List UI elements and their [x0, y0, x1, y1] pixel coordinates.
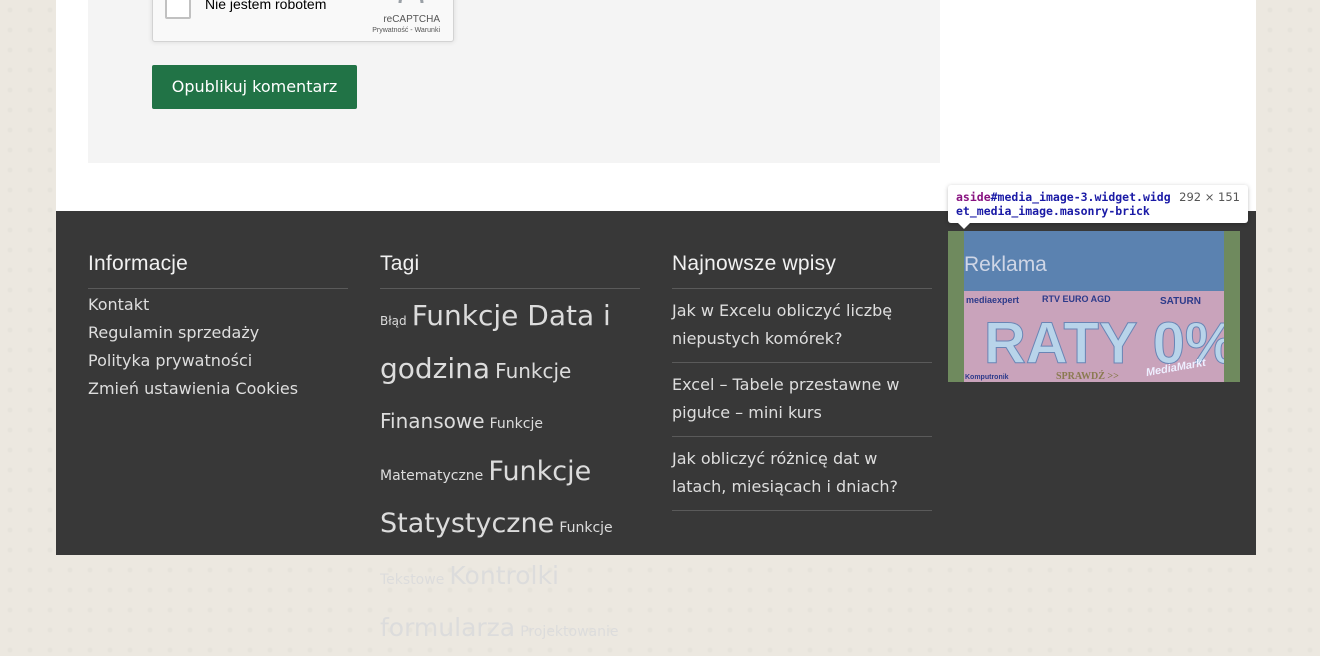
recaptcha-label: Nie jestem robotem [205, 0, 327, 12]
tag-cloud: Błąd Funkcje Data i godzina Funkcje Fina… [380, 292, 640, 656]
ad-widget: Reklama mediaexpert RTV EURO AGD SATURN … [964, 231, 1224, 382]
tooltip-arrow [958, 223, 970, 229]
footer-info-column: Informacje Kontakt Regulamin sprzedaży P… [88, 252, 348, 403]
recaptcha-widget: Nie jestem robotem reCAPTCHA Prywatność … [152, 0, 454, 42]
banner-brand-komputronik: Komputronik [965, 374, 1009, 381]
recaptcha-terms-link[interactable]: Prywatność - Warunki [372, 27, 440, 34]
recaptcha-logo-icon [398, 0, 424, 3]
ad-title: Reklama [964, 253, 1047, 276]
recaptcha-checkbox[interactable] [165, 0, 191, 19]
footer-link-privacy[interactable]: Polityka prywatności [88, 347, 348, 375]
banner-cta: SPRAWDŹ >> [1056, 370, 1119, 382]
publish-comment-button[interactable]: Opublikuj komentarz [152, 65, 357, 109]
banner-brand-rtv-euro-agd: RTV EURO AGD [1042, 294, 1111, 304]
footer-tags-column: Tagi Błąd Funkcje Data i godzina Funkcje… [380, 252, 640, 656]
tooltip-selector: aside#media_image-3.widget.widget_media_… [956, 190, 1176, 218]
recent-posts-list: Jak w Excelu obliczyć liczbę niepustych … [672, 289, 932, 511]
footer-link-contact[interactable]: Kontakt [88, 291, 348, 319]
footer-recent-title: Najnowsze wpisy [672, 252, 932, 289]
banner-brand-mediaexpert: mediaexpert [966, 295, 1019, 305]
banner-brand-saturn: SATURN [1160, 296, 1201, 307]
recaptcha-brand: reCAPTCHA [383, 14, 440, 25]
footer-info-links: Kontakt Regulamin sprzedaży Polityka pry… [88, 291, 348, 403]
footer-recent-posts-column: Najnowsze wpisy Jak w Excelu obliczyć li… [672, 252, 932, 511]
page-container: Nie jestem robotem reCAPTCHA Prywatność … [56, 0, 1256, 642]
footer-info-title: Informacje [88, 252, 348, 289]
tag-link[interactable]: Projektowanie [520, 624, 618, 640]
footer-link-cookies[interactable]: Zmień ustawienia Cookies [88, 375, 348, 403]
tag-link[interactable]: Błąd [380, 314, 407, 328]
ad-banner-image[interactable]: mediaexpert RTV EURO AGD SATURN RATY 0% … [964, 291, 1224, 382]
tooltip-tag: aside [956, 190, 991, 204]
recent-post-link[interactable]: Jak w Excelu obliczyć liczbę niepustych … [672, 289, 932, 363]
comment-form: Nie jestem robotem reCAPTCHA Prywatność … [88, 0, 940, 163]
footer-tags-title: Tagi [380, 252, 640, 289]
footer-link-terms[interactable]: Regulamin sprzedaży [88, 319, 348, 347]
ad-widget-highlight: Reklama mediaexpert RTV EURO AGD SATURN … [948, 231, 1240, 382]
recent-post-link[interactable]: Jak obliczyć różnicę dat w latach, miesi… [672, 437, 932, 511]
site-footer: Informacje Kontakt Regulamin sprzedaży P… [56, 211, 1256, 642]
tooltip-dimensions: 292 × 151 [1179, 190, 1240, 204]
devtools-element-tooltip: aside#media_image-3.widget.widget_media_… [948, 185, 1248, 229]
recent-post-link[interactable]: Excel – Tabele przestawne w pigułce – mi… [672, 363, 932, 437]
